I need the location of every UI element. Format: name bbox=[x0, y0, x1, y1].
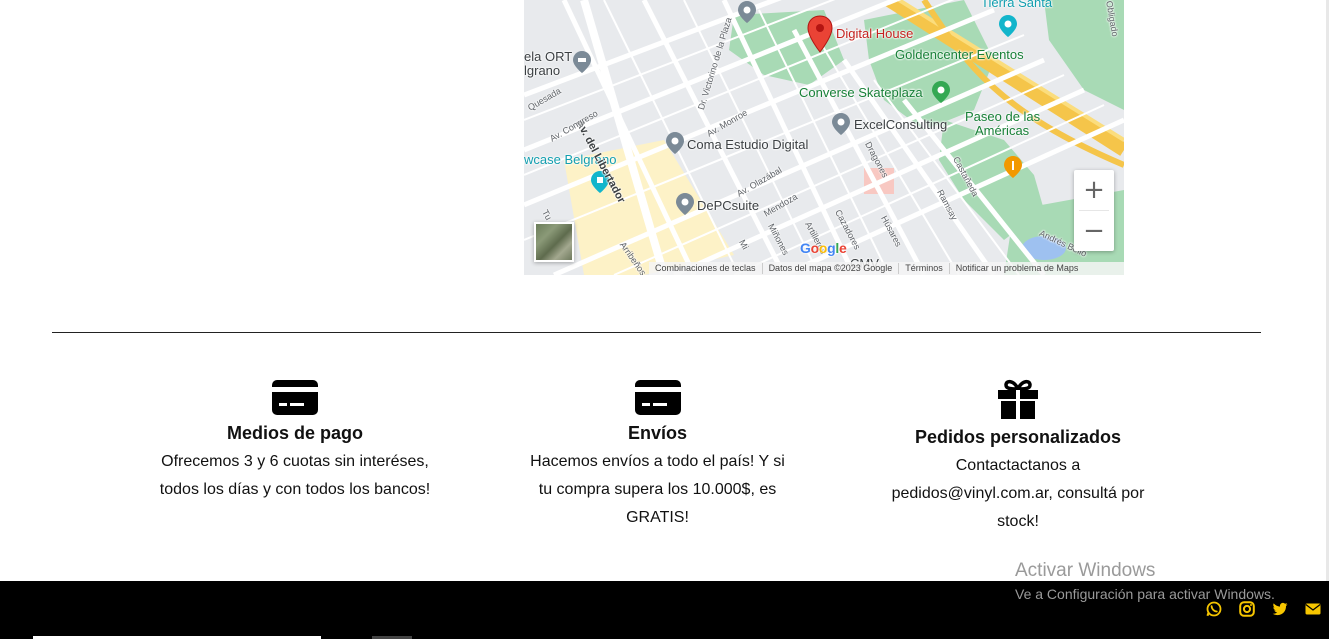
map-place-label[interactable]: ela ORT bbox=[524, 49, 572, 64]
map-place-label[interactable]: Paseo de las bbox=[965, 109, 1040, 124]
park-pin-icon[interactable] bbox=[931, 80, 951, 104]
watermark-title: Activar Windows bbox=[1015, 560, 1156, 581]
report-problem-link[interactable]: Notificar un problema de Maps bbox=[948, 263, 1085, 274]
school-pin-icon[interactable] bbox=[572, 50, 592, 74]
map-zoom-control: + − bbox=[1074, 170, 1114, 251]
credit-card-icon bbox=[272, 380, 318, 415]
section-divider bbox=[52, 332, 1261, 333]
feature-title: Medios de pago bbox=[226, 423, 363, 443]
gift-icon bbox=[998, 379, 1038, 419]
business-pin-icon[interactable] bbox=[665, 131, 685, 155]
map-place-label[interactable]: DePCsuite bbox=[697, 198, 759, 213]
location-pin-icon[interactable] bbox=[807, 15, 833, 53]
restaurant-pin-icon[interactable] bbox=[1003, 155, 1023, 179]
map-attribution-bar: Combinaciones de teclas Datos del mapa ©… bbox=[649, 262, 1124, 275]
map-marker-label[interactable]: Digital House bbox=[836, 26, 913, 41]
google-logo: Google bbox=[800, 240, 847, 256]
feature-title: Pedidos personalizados bbox=[914, 427, 1122, 447]
feature-shipping: Envíos Hacemos envíos a todo el país! Y … bbox=[525, 378, 790, 532]
university-pin-icon[interactable] bbox=[737, 0, 757, 24]
feature-text: Ofrecemos 3 y 6 cuotas sin interéses, to… bbox=[159, 453, 431, 498]
map-place-label[interactable]: ExcelConsulting bbox=[854, 117, 947, 132]
feature-title: Envíos bbox=[627, 423, 688, 443]
windows-activation-watermark: Activar Windows Ve a Configuración para … bbox=[1015, 560, 1275, 604]
map-place-label[interactable]: Converse Skateplaza bbox=[799, 85, 923, 100]
feature-text: Contactactanos a pedidos@vinyl.com.ar, c… bbox=[891, 457, 1145, 530]
email-icon[interactable] bbox=[1305, 601, 1321, 617]
map-place-label[interactable]: Tierra Santa bbox=[981, 0, 1052, 10]
zoom-in-button[interactable]: + bbox=[1074, 170, 1114, 210]
page: Digital House Goldencenter Eventos Conve… bbox=[0, 0, 1329, 639]
map-data-attribution: Datos del mapa ©2023 Google bbox=[761, 263, 899, 274]
map-embed[interactable]: Digital House Goldencenter Eventos Conve… bbox=[524, 0, 1124, 275]
attraction-pin-icon[interactable] bbox=[998, 14, 1018, 38]
feature-text: Hacemos envíos a todo el país! Y si tu c… bbox=[530, 453, 785, 526]
credit-card-icon bbox=[634, 380, 681, 415]
map-place-label[interactable]: lgrano bbox=[524, 63, 560, 78]
satellite-layer-toggle[interactable] bbox=[534, 222, 574, 262]
map-place-label[interactable]: Goldencenter Eventos bbox=[895, 47, 1024, 62]
feature-custom-orders: Pedidos personalizados Contactactanos a … bbox=[878, 378, 1158, 536]
feature-payment: Medios de pago Ofrecemos 3 y 6 cuotas si… bbox=[155, 378, 435, 504]
business-pin-icon[interactable] bbox=[675, 192, 695, 216]
watermark-subtitle: Ve a Configuración para activar Windows. bbox=[1015, 586, 1275, 602]
map-place-label[interactable]: Coma Estudio Digital bbox=[687, 137, 808, 152]
business-pin-icon[interactable] bbox=[831, 112, 851, 136]
map-place-label[interactable]: Américas bbox=[975, 123, 1029, 138]
terms-link[interactable]: Términos bbox=[898, 263, 949, 274]
keyboard-shortcuts-link[interactable]: Combinaciones de teclas bbox=[649, 263, 762, 274]
zoom-out-button[interactable]: − bbox=[1074, 211, 1114, 251]
